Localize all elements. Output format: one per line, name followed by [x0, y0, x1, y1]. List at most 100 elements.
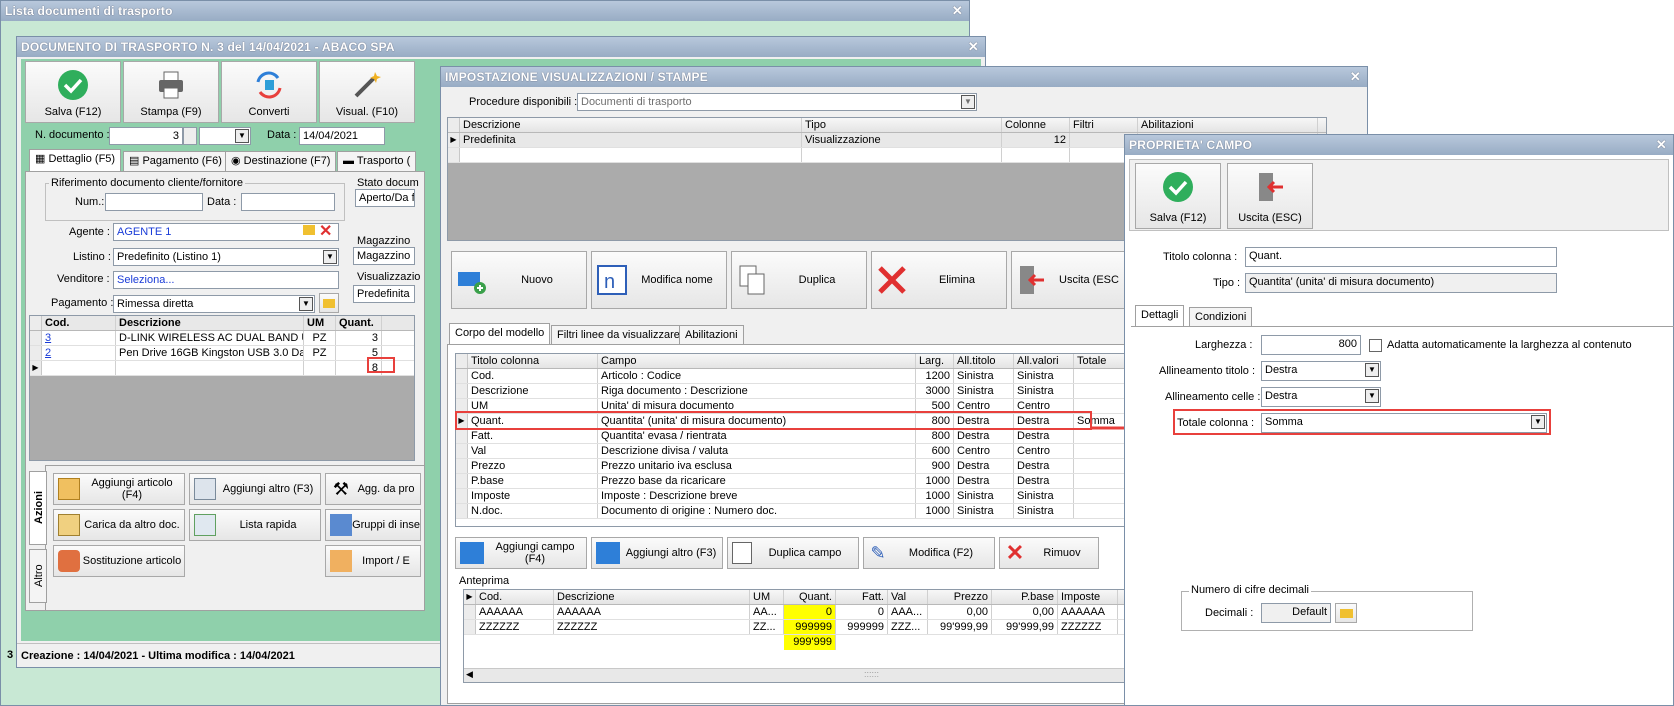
cell: 1000 [916, 474, 954, 488]
edit-field-button[interactable]: ✎ Modifica (F2) [863, 537, 995, 569]
visual-button[interactable]: Visual. (F10) [319, 61, 415, 123]
magazzino-select[interactable]: Magazzino 1 [353, 247, 415, 265]
check-icon [1163, 172, 1193, 202]
cell: 800 [916, 429, 954, 443]
table-icon [194, 478, 216, 500]
tab-pagamento[interactable]: ▤ Pagamento (F6) [123, 151, 228, 171]
allineamento-titolo-select[interactable]: Destra ▼ [1261, 361, 1381, 381]
cell: Val [468, 444, 598, 458]
larghezza-input[interactable]: 800 [1261, 335, 1361, 355]
cell: Destra [954, 474, 1014, 488]
col-cod: Cod. [42, 316, 116, 330]
cell: 1200 [916, 369, 954, 383]
pagamento-folder-button[interactable] [319, 293, 339, 313]
cell: 600 [916, 444, 954, 458]
close-icon[interactable]: ✕ [1656, 135, 1667, 155]
add-article-button[interactable]: Aggiungi articolo (F4) [53, 473, 185, 505]
duplicate-field-button[interactable]: Duplica campo [727, 537, 859, 569]
titolo-label: Titolo colonna : [1163, 251, 1238, 263]
remove-field-button[interactable]: ✕ Rimuov [999, 537, 1099, 569]
add-other-field-button[interactable]: Aggiungi altro (F3) [591, 537, 723, 569]
col-um: UM [304, 316, 336, 330]
add-other-button[interactable]: Aggiungi altro (F3) [189, 473, 321, 505]
ndoc-suffix-select[interactable]: ▼ [199, 127, 251, 145]
close-icon[interactable]: ✕ [1350, 67, 1361, 87]
scroll-grip[interactable]: :::::: [864, 669, 879, 679]
data-input[interactable]: 14/04/2021 [299, 127, 385, 145]
folder-icon [1339, 609, 1353, 618]
background-window-title: Lista documenti di trasporto ✕ [1, 1, 969, 21]
cell: Documento di origine : Numero doc. [598, 504, 916, 518]
tab-dettaglio[interactable]: ▦ Dettaglio (F5) [29, 149, 122, 171]
wrench-icon: ⚒ [332, 479, 350, 499]
replace-article-button[interactable]: Sostituzione articolo [53, 545, 185, 577]
rename-button[interactable]: n Modifica nome [591, 251, 727, 309]
data2-input[interactable] [241, 193, 335, 211]
table-row[interactable]: 2 Pen Drive 16GB Kingston USB 3.0 Da... … [30, 346, 414, 361]
convert-button[interactable]: Converti [221, 61, 317, 123]
tab-dettagli[interactable]: Dettagli [1135, 305, 1185, 327]
groups-button[interactable]: Gruppi di inse [325, 509, 421, 541]
pagamento-select[interactable]: Rimessa diretta ▼ [113, 295, 315, 313]
decimali-folder-button[interactable] [1335, 603, 1357, 623]
tipo-field: Quantita' (unita' di misura documento) [1245, 273, 1557, 293]
num-input[interactable] [105, 193, 203, 211]
listino-select[interactable]: Predefinito (Listino 1) ▼ [113, 248, 339, 266]
cell: Destra [1014, 474, 1074, 488]
tab-trasporto[interactable]: ▬ Trasporto ( [337, 151, 417, 171]
calendar-icon: ▦ [35, 153, 49, 165]
convert-icon [256, 71, 282, 99]
copy-icon [732, 542, 752, 564]
num-label: Num.: [75, 196, 105, 208]
adatta-checkbox[interactable] [1369, 339, 1382, 352]
chevron-down-icon: ▼ [1365, 363, 1379, 377]
tab-abilitazioni[interactable]: Abilitazioni [679, 325, 744, 345]
folder-icon[interactable] [303, 225, 315, 235]
cell: Prezzo [468, 459, 598, 473]
quick-list-button[interactable]: Lista rapida [189, 509, 321, 541]
delete-button[interactable]: Elimina [871, 251, 1007, 309]
ndoc-input[interactable]: 3 [109, 127, 183, 145]
righe-grid[interactable]: Cod. Descrizione UM Quant. 3 D-LINK WIRE… [29, 315, 415, 461]
exit-button[interactable]: Uscita (ESC [1011, 251, 1131, 309]
save-button[interactable]: Salva (F12) [1135, 163, 1221, 229]
tab-condizioni[interactable]: Condizioni [1189, 307, 1253, 327]
table-row[interactable]: 3 D-LINK WIRELESS AC DUAL BAND US... PZ … [30, 331, 414, 346]
proc-select[interactable]: Documenti di trasporto ▼ [577, 93, 977, 111]
tab-corpo-modello[interactable]: Corpo del modello [449, 323, 551, 345]
check-icon [58, 70, 88, 100]
magazzino-group-label: Magazzino [357, 235, 411, 247]
exit-button[interactable]: Uscita (ESC) [1227, 163, 1313, 229]
add-from-button[interactable]: ⚒ Agg. da pro [325, 473, 421, 505]
close-icon[interactable]: ✕ [952, 1, 963, 21]
import-export-button[interactable]: Import / E [325, 545, 421, 577]
decimali-group-label: Numero di cifre decimali [1189, 584, 1311, 596]
data2-label: Data : [207, 196, 237, 208]
side-tab-altro[interactable]: Altro [29, 549, 47, 603]
delete-icon[interactable]: ✕ [319, 221, 332, 241]
allineamento-celle-select[interactable]: Destra ▼ [1261, 387, 1381, 407]
cell: P.base [468, 474, 598, 488]
add-field-button[interactable]: Aggiungi campo (F4) [455, 537, 587, 569]
cell: 1000 [916, 489, 954, 503]
stato-field[interactable]: Aperto/Da fa [355, 189, 415, 207]
cell: Sinistra [954, 504, 1014, 518]
titolo-input[interactable]: Quant. [1245, 247, 1557, 267]
load-doc-button[interactable]: Carica da altro doc. [53, 509, 185, 541]
scroll-left-icon[interactable]: ◀ [466, 669, 473, 680]
cell: Imposte : Descrizione breve [598, 489, 916, 503]
save-button[interactable]: Salva (F12) [25, 61, 121, 123]
cell: Sinistra [954, 369, 1014, 383]
ndoc-spinner[interactable] [183, 127, 197, 145]
duplicate-button[interactable]: Duplica [731, 251, 867, 309]
print-button[interactable]: Stampa (F9) [123, 61, 219, 123]
proprieta-window: PROPRIETA' CAMPO ✕ Salva (F12) Uscita (ES… [1124, 134, 1674, 706]
tab-filtri-linee[interactable]: Filtri linee da visualizzare [551, 325, 686, 345]
cell: Quantita' evasa / rientrata [598, 429, 916, 443]
side-tab-azioni[interactable]: Azioni [29, 471, 47, 545]
venditore-input[interactable]: Seleziona... [113, 271, 339, 289]
new-button[interactable]: Nuovo [451, 251, 587, 309]
tab-destinazione[interactable]: ◉ Destinazione (F7) [225, 151, 337, 171]
close-icon[interactable]: ✕ [968, 37, 979, 57]
visual-select[interactable]: Predefinita [353, 285, 415, 303]
